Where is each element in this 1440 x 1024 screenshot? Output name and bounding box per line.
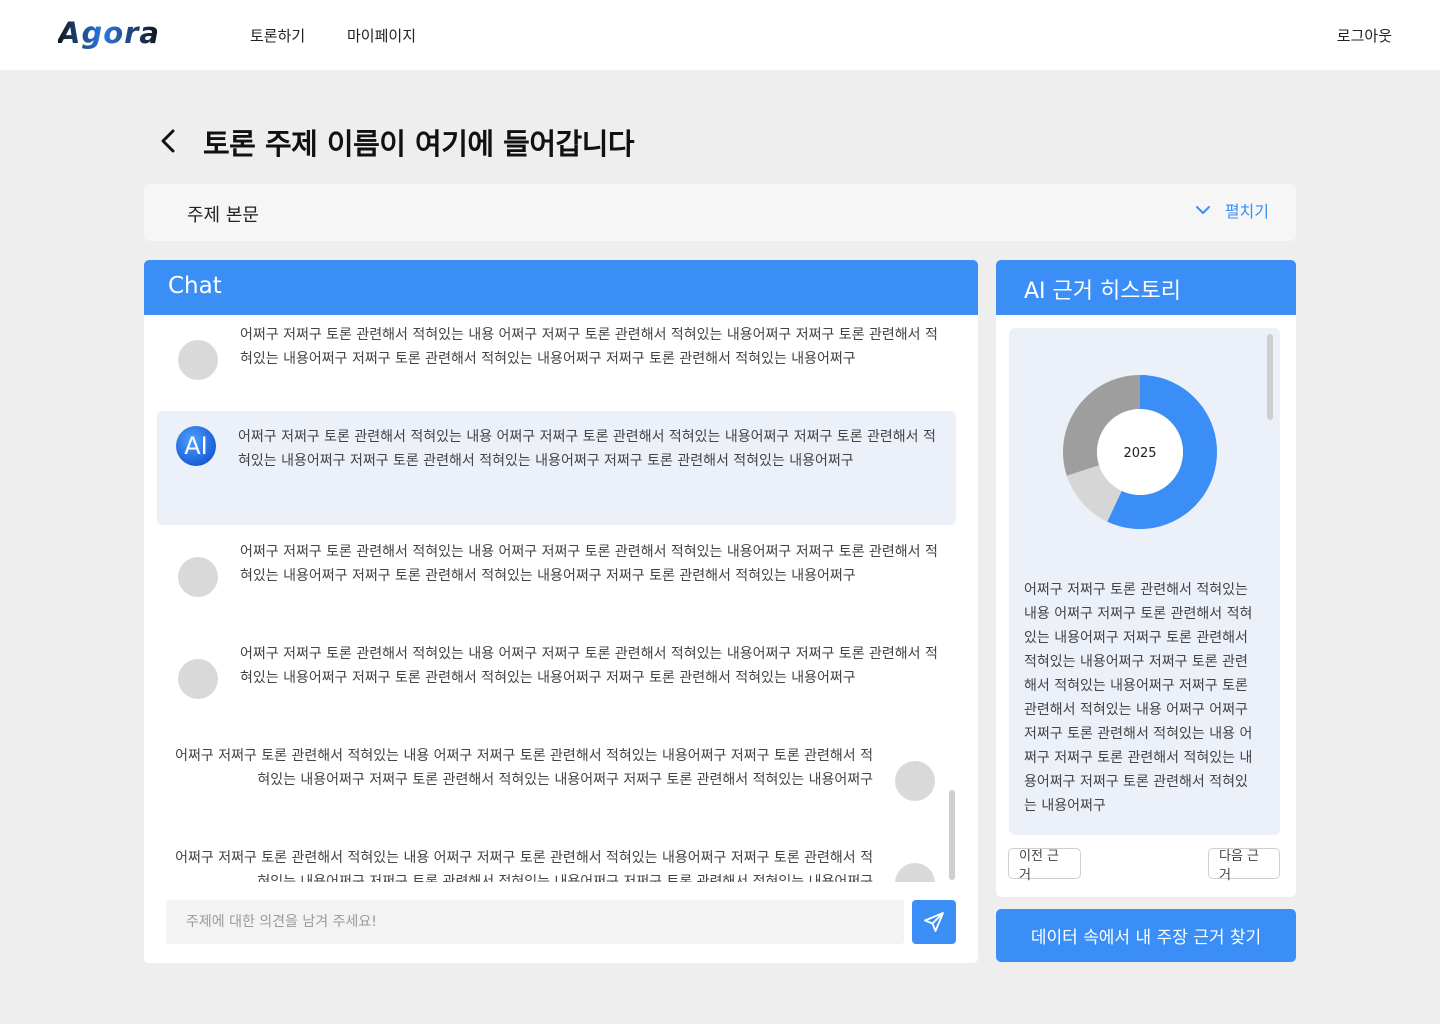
- chevron-left-icon[interactable]: [158, 126, 182, 156]
- next-evidence-button[interactable]: 다음 근거: [1208, 848, 1280, 883]
- avatar[interactable]: [178, 340, 218, 380]
- opinion-input-wrapper: [166, 900, 904, 944]
- my-chat-message: 어쩌구 저쩌구 토론 관련해서 적혀있는 내용 어쩌구 저쩌구 토론 관련해서 …: [157, 846, 956, 882]
- history-title: AI 근거 히스토리: [1024, 279, 1181, 304]
- find-evidence-button[interactable]: 데이터 속에서 내 주장 근거 찾기: [996, 909, 1296, 962]
- ai-chat-message: AI 어쩌구 저쩌구 토론 관련해서 적혀있는 내용 어쩌구 저쩌구 토론 관련…: [157, 411, 956, 525]
- chat-message: 어쩌구 저쩌구 토론 관련해서 적혀있는 내용 어쩌구 저쩌구 토론 관련해서 …: [157, 642, 956, 718]
- nav-debate[interactable]: 토론하기: [250, 25, 305, 46]
- message-text: 어쩌구 저쩌구 토론 관련해서 적혀있는 내용 어쩌구 저쩌구 토론 관련해서 …: [175, 748, 873, 788]
- donut-center-label: 2025: [1123, 446, 1156, 461]
- avatar[interactable]: [178, 557, 218, 597]
- message-text: 어쩌구 저쩌구 토론 관련해서 적혀있는 내용 어쩌구 저쩌구 토론 관련해서 …: [240, 646, 938, 686]
- send-icon: [924, 912, 944, 932]
- chat-header: Chat: [144, 260, 978, 315]
- topic-label: 주제 본문: [187, 205, 259, 226]
- logout-link[interactable]: 로그아웃: [1337, 25, 1392, 46]
- message-list[interactable]: 어쩌구 저쩌구 토론 관련해서 적혀있는 내용 어쩌구 저쩌구 토론 관련해서 …: [144, 315, 978, 882]
- message-text: 어쩌구 저쩌구 토론 관련해서 적혀있는 내용 어쩌구 저쩌구 토론 관련해서 …: [240, 544, 938, 584]
- chat-scrollbar[interactable]: [949, 790, 955, 880]
- message-text: 어쩌구 저쩌구 토론 관련해서 적혀있는 내용 어쩌구 저쩌구 토론 관련해서 …: [238, 429, 936, 469]
- ai-avatar: AI: [176, 426, 216, 466]
- avatar[interactable]: [895, 761, 935, 801]
- agora-logo[interactable]: Agora: [56, 16, 182, 52]
- avatar[interactable]: [178, 659, 218, 699]
- message-text: 어쩌구 저쩌구 토론 관련해서 적혀있는 내용 어쩌구 저쩌구 토론 관련해서 …: [175, 850, 873, 882]
- evidence-scrollbar[interactable]: [1267, 334, 1273, 420]
- history-header: AI 근거 히스토리: [996, 260, 1296, 315]
- top-navigation-bar: Agora 토론하기 마이페이지 로그아웃: [0, 0, 1440, 70]
- evidence-donut-chart: 2025: [1063, 375, 1217, 529]
- opinion-input[interactable]: [166, 900, 904, 944]
- ai-evidence-history-panel: AI 근거 히스토리 2025 어쩌구 저쩌구 토론 관련해서 적혀있는 내용 …: [996, 260, 1296, 897]
- prev-evidence-button[interactable]: 이전 근거: [1008, 848, 1081, 883]
- chevron-down-icon: [1195, 206, 1210, 214]
- chat-message: 어쩌구 저쩌구 토론 관련해서 적혀있는 내용 어쩌구 저쩌구 토론 관련해서 …: [157, 540, 956, 616]
- chat-title: Chat: [168, 273, 222, 299]
- expand-button[interactable]: 펼치기: [1195, 198, 1269, 222]
- page-title: 토론 주제 이름이 여기에 들어갑니다: [203, 127, 635, 161]
- topic-body-bar: 주제 본문 펼치기: [144, 184, 1296, 241]
- evidence-text: 어쩌구 저쩌구 토론 관련해서 적혀있는 내용 어쩌구 저쩌구 토론 관련해서 …: [1024, 582, 1253, 814]
- my-chat-message: 어쩌구 저쩌구 토론 관련해서 적혀있는 내용 어쩌구 저쩌구 토론 관련해서 …: [157, 744, 956, 820]
- svg-text:Agora: Agora: [58, 18, 160, 50]
- send-button[interactable]: [912, 900, 956, 944]
- chat-message: 어쩌구 저쩌구 토론 관련해서 적혀있는 내용 어쩌구 저쩌구 토론 관련해서 …: [157, 323, 956, 399]
- expand-label: 펼치기: [1224, 202, 1269, 221]
- nav-mypage[interactable]: 마이페이지: [347, 25, 416, 46]
- evidence-card: 2025 어쩌구 저쩌구 토론 관련해서 적혀있는 내용 어쩌구 저쩌구 토론 …: [1009, 328, 1280, 835]
- avatar[interactable]: [895, 863, 935, 882]
- message-text: 어쩌구 저쩌구 토론 관련해서 적혀있는 내용 어쩌구 저쩌구 토론 관련해서 …: [240, 327, 938, 367]
- chat-panel: Chat 어쩌구 저쩌구 토론 관련해서 적혀있는 내용 어쩌구 저쩌구 토론 …: [144, 260, 978, 963]
